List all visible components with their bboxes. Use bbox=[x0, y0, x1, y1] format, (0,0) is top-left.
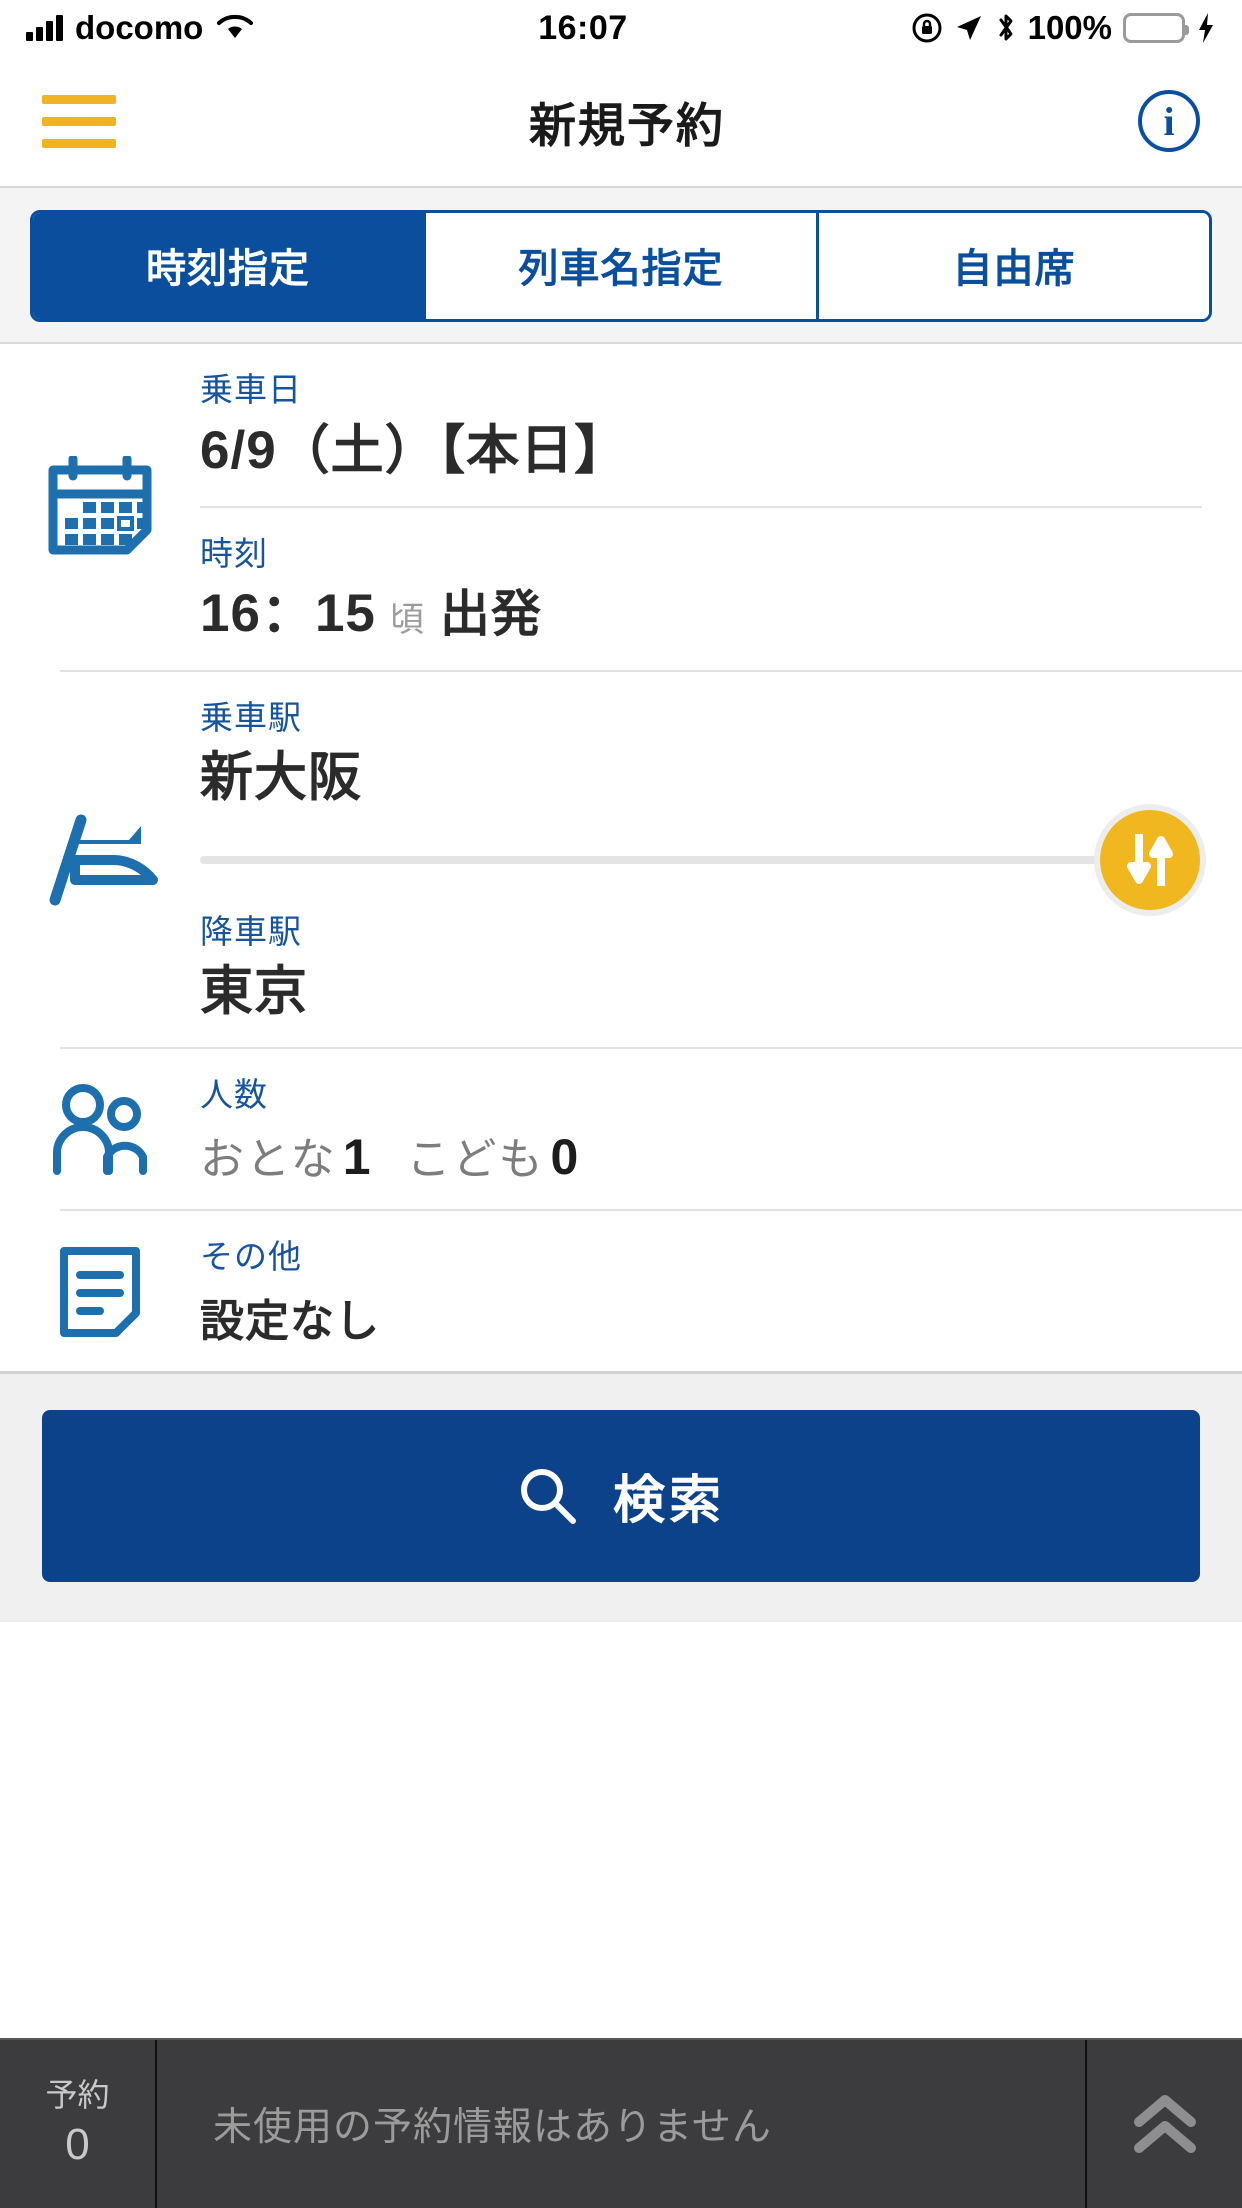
info-circle-icon[interactable]: i bbox=[1138, 90, 1200, 152]
bottom-bar: 予約 0 未使用の予約情報はありません bbox=[0, 2038, 1242, 2208]
double-chevron-up-icon[interactable] bbox=[1087, 2040, 1242, 2208]
datetime-group: 乗車日 6/9（土）【本日】 時刻 16：15 頃 出発 bbox=[0, 344, 1242, 670]
swap-vertical-arrows-icon[interactable] bbox=[1094, 803, 1206, 916]
boarding-date-label: 乗車日 bbox=[200, 371, 302, 408]
tab-train-name-specify[interactable]: 列車名指定 bbox=[426, 213, 819, 319]
passengers-label: 人数 bbox=[200, 1076, 268, 1114]
hamburger-menu-icon[interactable] bbox=[42, 94, 116, 148]
signal-bars-icon bbox=[26, 15, 63, 41]
status-bar-right: 100% bbox=[911, 9, 1216, 47]
passengers-value-row: おとな 1 こども 0 bbox=[200, 1123, 1202, 1187]
status-bar: docomo 16:07 100% bbox=[0, 0, 1242, 56]
wifi-icon bbox=[215, 13, 255, 43]
arrival-station-label: 降車駅 bbox=[200, 912, 302, 950]
search-area: 検索 bbox=[0, 1370, 1242, 1622]
arrival-station-field[interactable]: 降車駅 東京 bbox=[200, 886, 1202, 1048]
booking-form: 乗車日 6/9（土）【本日】 時刻 16：15 頃 出発 乗車駅 新大阪 降車駅… bbox=[0, 344, 1242, 1371]
search-button-label: 検索 bbox=[612, 1472, 725, 1531]
passengers-fields: 人数 おとな 1 こども 0 bbox=[200, 1049, 1242, 1209]
status-bar-clock: 16:07 bbox=[538, 8, 628, 47]
tab-time-specify[interactable]: 時刻指定 bbox=[33, 213, 426, 319]
time-mode: 出発 bbox=[439, 586, 542, 643]
tab-strip: 時刻指定 列車名指定 自由席 bbox=[0, 188, 1242, 344]
other-settings-label: その他 bbox=[200, 1237, 302, 1275]
other-settings-field[interactable]: その他 設定なし bbox=[200, 1211, 1202, 1371]
child-label: こども bbox=[406, 1134, 545, 1184]
time-field[interactable]: 時刻 16：15 頃 出発 bbox=[200, 508, 1202, 670]
bluetooth-icon bbox=[995, 12, 1017, 44]
shinkansen-icon bbox=[0, 672, 200, 1048]
page-title: 新規予約 bbox=[529, 98, 725, 152]
charging-bolt-icon bbox=[1196, 12, 1216, 44]
reservation-message[interactable]: 未使用の予約情報はありません bbox=[157, 2040, 1087, 2208]
battery-percent-label: 100% bbox=[1027, 9, 1112, 46]
boarding-date-value: 6/9（土）【本日】 bbox=[200, 420, 629, 480]
status-bar-left: docomo bbox=[26, 9, 255, 47]
adult-label: おとな bbox=[200, 1134, 337, 1184]
battery-icon bbox=[1123, 13, 1189, 43]
station-group: 乗車駅 新大阪 降車駅 東京 bbox=[0, 672, 1242, 1048]
passengers-field[interactable]: 人数 おとな 1 こども 0 bbox=[200, 1049, 1202, 1209]
people-icon bbox=[0, 1049, 200, 1209]
app-header: 新規予約 i bbox=[0, 56, 1242, 188]
reservation-counter-label: 予約 bbox=[45, 2077, 110, 2114]
departure-station-field[interactable]: 乗車駅 新大阪 bbox=[200, 672, 1202, 834]
other-group: その他 設定なし bbox=[0, 1211, 1242, 1371]
time-value-row: 16：15 頃 出発 bbox=[200, 581, 1202, 647]
station-fields: 乗車駅 新大阪 降車駅 東京 bbox=[200, 672, 1242, 1048]
tab-nonreserved-seat[interactable]: 自由席 bbox=[819, 213, 1209, 319]
search-magnifier-icon bbox=[517, 1465, 579, 1527]
child-count: 0 bbox=[550, 1128, 579, 1185]
adult-count: 1 bbox=[342, 1128, 371, 1185]
rotation-lock-icon bbox=[911, 12, 943, 44]
other-settings-value: 設定なし bbox=[200, 1296, 380, 1346]
document-note-icon bbox=[0, 1211, 200, 1371]
reservation-counter[interactable]: 予約 0 bbox=[0, 2040, 157, 2208]
calendar-icon bbox=[0, 344, 200, 670]
boarding-date-field[interactable]: 乗車日 6/9（土）【本日】 bbox=[200, 344, 1202, 506]
tab-group: 時刻指定 列車名指定 自由席 bbox=[30, 210, 1212, 322]
departure-station-value: 新大阪 bbox=[200, 748, 362, 808]
arrival-station-value: 東京 bbox=[200, 962, 308, 1022]
time-label: 時刻 bbox=[200, 534, 268, 572]
carrier-label: docomo bbox=[75, 9, 204, 46]
location-arrow-icon bbox=[954, 13, 984, 43]
reservation-counter-value: 0 bbox=[65, 2119, 90, 2169]
departure-station-label: 乗車駅 bbox=[200, 698, 302, 736]
other-fields: その他 設定なし bbox=[200, 1211, 1242, 1371]
search-button[interactable]: 検索 bbox=[42, 1409, 1200, 1582]
time-value: 16：15 bbox=[200, 584, 376, 644]
datetime-fields: 乗車日 6/9（土）【本日】 時刻 16：15 頃 出発 bbox=[200, 344, 1242, 670]
time-approx-suffix: 頃 bbox=[389, 601, 424, 640]
passengers-group: 人数 おとな 1 こども 0 bbox=[0, 1049, 1242, 1209]
